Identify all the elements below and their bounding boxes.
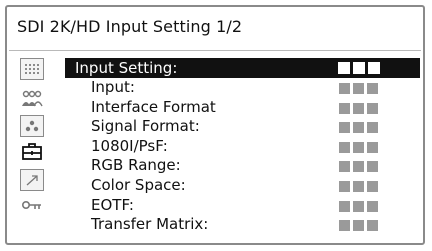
page-title: SDI 2K/HD Input Setting 1/2 xyxy=(17,17,243,36)
menu-item-label: RGB Range: xyxy=(91,156,181,175)
value-placeholder xyxy=(339,220,378,232)
people-icon[interactable] xyxy=(20,87,44,109)
value-placeholder xyxy=(339,161,378,173)
menu-item-input[interactable]: Input: xyxy=(65,78,420,98)
menu-item-label: Transfer Matrix: xyxy=(91,215,209,234)
menu-item-label: Input Setting: xyxy=(75,59,178,77)
menu-item-interface-format[interactable]: Interface Format xyxy=(65,98,420,118)
title-divider xyxy=(9,50,421,51)
menu-item-label: Color Space: xyxy=(91,175,186,194)
value-placeholder xyxy=(339,180,378,192)
dots-icon[interactable] xyxy=(20,115,44,137)
arrow-icon[interactable] xyxy=(20,169,44,191)
value-placeholder xyxy=(339,141,378,153)
menu-item-label: Input: xyxy=(91,78,135,96)
toolbox-icon[interactable] xyxy=(20,140,44,162)
menu-item-color-space[interactable]: Color Space: xyxy=(65,176,420,196)
input-setting-menu: Input Setting: Input: Interface Format S… xyxy=(65,58,420,235)
value-placeholder xyxy=(339,122,378,134)
menu-item-1080i-psf[interactable]: 1080I/PsF: xyxy=(65,137,420,157)
menu-item-label: Signal Format: xyxy=(91,117,200,136)
menu-window: SDI 2K/HD Input Setting 1/2 Input Settin… xyxy=(5,5,425,245)
grid-icon[interactable] xyxy=(20,58,44,80)
menu-item-eotf[interactable]: EOTF: xyxy=(65,196,420,216)
menu-item-transfer-matrix[interactable]: Transfer Matrix: xyxy=(65,215,420,235)
menu-item-label: EOTF: xyxy=(91,195,134,214)
key-icon[interactable] xyxy=(20,195,44,217)
menu-item-input-setting[interactable]: Input Setting: xyxy=(65,58,420,78)
menu-item-label: Interface Format xyxy=(91,97,216,116)
menu-item-signal-format[interactable]: Signal Format: xyxy=(65,117,420,137)
value-placeholder xyxy=(338,62,380,74)
menu-item-label: 1080I/PsF: xyxy=(91,136,168,155)
menu-item-rgb-range[interactable]: RGB Range: xyxy=(65,156,420,176)
value-placeholder xyxy=(339,200,378,212)
value-placeholder xyxy=(339,83,378,94)
value-placeholder xyxy=(339,102,378,114)
